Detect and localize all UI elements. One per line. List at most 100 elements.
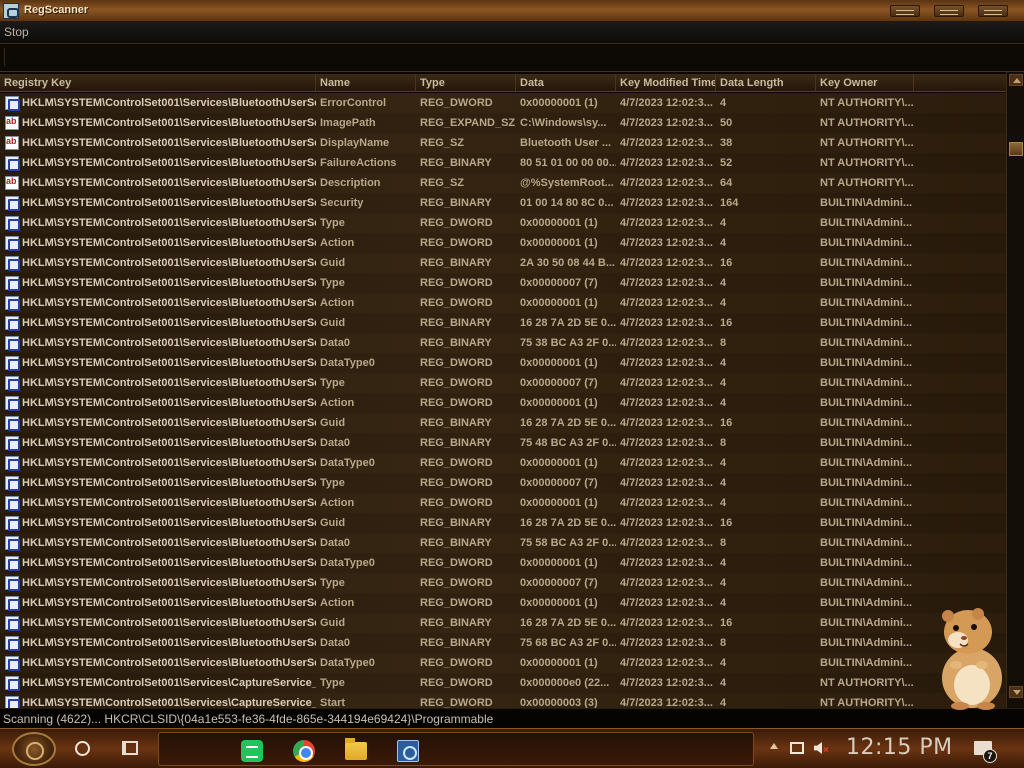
table-row[interactable]: HKLM\SYSTEM\ControlSet001\Services\Bluet… — [0, 313, 1006, 333]
taskbar-clock[interactable]: 12:15 PM — [846, 735, 953, 760]
cell-registry-key: HKLM\SYSTEM\ControlSet001\Services\Bluet… — [22, 637, 316, 649]
table-row[interactable]: HKLM\SYSTEM\ControlSet001\Services\Bluet… — [0, 273, 1006, 293]
cell-registry-key: HKLM\SYSTEM\ControlSet001\Services\Bluet… — [22, 137, 316, 149]
start-button[interactable] — [12, 732, 56, 766]
table-row[interactable]: HKLM\SYSTEM\ControlSet001\Services\Bluet… — [0, 413, 1006, 433]
cell-data: 0x00000001 (1) — [520, 297, 598, 309]
column-header-key-modified-time[interactable]: Key Modified Time — [616, 74, 716, 92]
cell-data: 0x00000001 (1) — [520, 597, 598, 609]
close-button[interactable] — [978, 5, 1008, 17]
table-row[interactable]: HKLM\SYSTEM\ControlSet001\Services\Bluet… — [0, 593, 1006, 613]
network-icon[interactable] — [790, 742, 804, 754]
cell-registry-key: HKLM\SYSTEM\ControlSet001\Services\Bluet… — [22, 497, 316, 509]
show-hidden-icons-chevron-icon[interactable] — [770, 743, 778, 749]
results-grid[interactable]: Registry Key Name Type Data Key Modified… — [0, 72, 1024, 708]
cell-data-length: 4 — [720, 657, 727, 669]
table-row[interactable]: HKLM\SYSTEM\ControlSet001\Services\Bluet… — [0, 553, 1006, 573]
cell-name: Start — [320, 697, 346, 708]
cell-type: REG_DWORD — [420, 697, 493, 708]
table-row[interactable]: HKLM\SYSTEM\ControlSet001\Services\Bluet… — [0, 373, 1006, 393]
cell-key-modified-time: 4/7/2023 12:02:3... — [620, 257, 713, 269]
table-row[interactable]: HKLM\SYSTEM\ControlSet001\Services\Bluet… — [0, 213, 1006, 233]
scroll-down-arrow-icon[interactable] — [1009, 686, 1023, 698]
regscanner-icon[interactable] — [397, 740, 419, 762]
cell-data-length: 16 — [720, 617, 733, 629]
stop-button[interactable]: Stop — [4, 25, 30, 41]
cell-registry-key: HKLM\SYSTEM\ControlSet001\Services\Captu… — [22, 677, 316, 689]
table-row[interactable]: HKLM\SYSTEM\ControlSet001\Services\Bluet… — [0, 613, 1006, 633]
cell-registry-key: HKLM\SYSTEM\ControlSet001\Services\Captu… — [22, 697, 316, 708]
table-row[interactable]: HKLM\SYSTEM\ControlSet001\Services\Captu… — [0, 693, 1006, 708]
cell-key-owner: BUILTIN\Admini... — [820, 437, 913, 449]
cell-name: Type — [320, 577, 345, 589]
table-row[interactable]: HKLM\SYSTEM\ControlSet001\Services\Bluet… — [0, 253, 1006, 273]
table-row[interactable]: HKLM\SYSTEM\ControlSet001\Services\Bluet… — [0, 633, 1006, 653]
cell-key-modified-time: 4/7/2023 12:02:3... — [620, 457, 713, 469]
cell-key-owner: BUILTIN\Admini... — [820, 657, 913, 669]
cell-type: REG_DWORD — [420, 297, 493, 309]
cell-data: Bluetooth User ... — [520, 137, 612, 149]
cell-name: Data0 — [320, 537, 350, 549]
table-row[interactable]: HKLM\SYSTEM\ControlSet001\Services\Bluet… — [0, 393, 1006, 413]
cell-key-modified-time: 4/7/2023 12:02:3... — [620, 697, 713, 708]
cell-key-modified-time: 4/7/2023 12:02:3... — [620, 177, 713, 189]
minimize-button[interactable] — [890, 5, 920, 17]
cell-data-length: 16 — [720, 257, 733, 269]
cell-data: 16 28 7A 2D 5E 0... — [520, 317, 616, 329]
cell-key-modified-time: 4/7/2023 12:02:3... — [620, 197, 713, 209]
task-view-icon[interactable] — [122, 741, 138, 755]
cell-data: 2A 30 50 08 44 B... — [520, 257, 615, 269]
title-bar: RegScanner — [0, 0, 1024, 22]
cell-key-modified-time: 4/7/2023 12:02:3... — [620, 277, 713, 289]
cell-key-owner: BUILTIN\Admini... — [820, 317, 913, 329]
scroll-thumb[interactable] — [1009, 142, 1023, 156]
cell-name: Security — [320, 197, 364, 209]
column-header-type[interactable]: Type — [416, 74, 516, 92]
cell-data-length: 4 — [720, 397, 727, 409]
cell-name: Guid — [320, 417, 346, 429]
table-row[interactable]: HKLM\SYSTEM\ControlSet001\Services\Bluet… — [0, 493, 1006, 513]
table-row[interactable]: HKLM\SYSTEM\ControlSet001\Services\Bluet… — [0, 573, 1006, 593]
cell-data-length: 8 — [720, 637, 727, 649]
column-header-registry-key[interactable]: Registry Key — [0, 74, 316, 92]
cell-key-modified-time: 4/7/2023 12:02:3... — [620, 657, 713, 669]
cell-data: 0x000000e0 (22... — [520, 677, 610, 689]
table-row[interactable]: HKLM\SYSTEM\ControlSet001\Services\Bluet… — [0, 653, 1006, 673]
cell-key-owner: NT AUTHORITY\... — [820, 97, 914, 109]
table-row[interactable]: HKLM\SYSTEM\ControlSet001\Services\Bluet… — [0, 293, 1006, 313]
column-header-name[interactable]: Name — [316, 74, 416, 92]
search-circle-icon[interactable] — [75, 741, 90, 756]
cell-key-owner: BUILTIN\Admini... — [820, 277, 913, 289]
table-row[interactable]: HKLM\SYSTEM\ControlSet001\Services\Bluet… — [0, 333, 1006, 353]
chrome-icon[interactable] — [293, 740, 315, 762]
table-row[interactable]: HKLM\SYSTEM\ControlSet001\Services\Bluet… — [0, 513, 1006, 533]
cell-name: Type — [320, 217, 345, 229]
column-header-data[interactable]: Data — [516, 74, 616, 92]
cell-data-length: 4 — [720, 97, 727, 109]
cell-data-length: 8 — [720, 337, 727, 349]
table-row[interactable]: HKLM\SYSTEM\ControlSet001\Services\Bluet… — [0, 353, 1006, 373]
table-row[interactable]: HKLM\SYSTEM\ControlSet001\Services\Bluet… — [0, 113, 1006, 133]
cell-data-length: 4 — [720, 277, 727, 289]
table-row[interactable]: HKLM\SYSTEM\ControlSet001\Services\Bluet… — [0, 193, 1006, 213]
table-row[interactable]: HKLM\SYSTEM\ControlSet001\Services\Bluet… — [0, 533, 1006, 553]
cell-type: REG_EXPAND_SZ — [420, 117, 516, 129]
table-row[interactable]: HKLM\SYSTEM\ControlSet001\Services\Bluet… — [0, 453, 1006, 473]
table-row[interactable]: HKLM\SYSTEM\ControlSet001\Services\Bluet… — [0, 153, 1006, 173]
table-row[interactable]: HKLM\SYSTEM\ControlSet001\Services\Bluet… — [0, 233, 1006, 253]
table-row[interactable]: HKLM\SYSTEM\ControlSet001\Services\Bluet… — [0, 173, 1006, 193]
table-row[interactable]: HKLM\SYSTEM\ControlSet001\Services\Bluet… — [0, 133, 1006, 153]
file-explorer-icon[interactable] — [345, 738, 367, 760]
maximize-button[interactable] — [934, 5, 964, 17]
notes-icon[interactable] — [241, 740, 263, 762]
table-row[interactable]: HKLM\SYSTEM\ControlSet001\Services\Bluet… — [0, 433, 1006, 453]
column-header-key-owner[interactable]: Key Owner — [816, 74, 914, 92]
scroll-up-arrow-icon[interactable] — [1009, 74, 1023, 86]
column-header-data-length[interactable]: Data Length — [716, 74, 816, 92]
table-row[interactable]: HKLM\SYSTEM\ControlSet001\Services\Bluet… — [0, 473, 1006, 493]
table-row[interactable]: HKLM\SYSTEM\ControlSet001\Services\Captu… — [0, 673, 1006, 693]
table-row[interactable]: HKLM\SYSTEM\ControlSet001\Services\Bluet… — [0, 93, 1006, 113]
cell-registry-key: HKLM\SYSTEM\ControlSet001\Services\Bluet… — [22, 577, 316, 589]
volume-icon[interactable] — [814, 742, 822, 754]
pinned-apps-area — [158, 732, 754, 766]
